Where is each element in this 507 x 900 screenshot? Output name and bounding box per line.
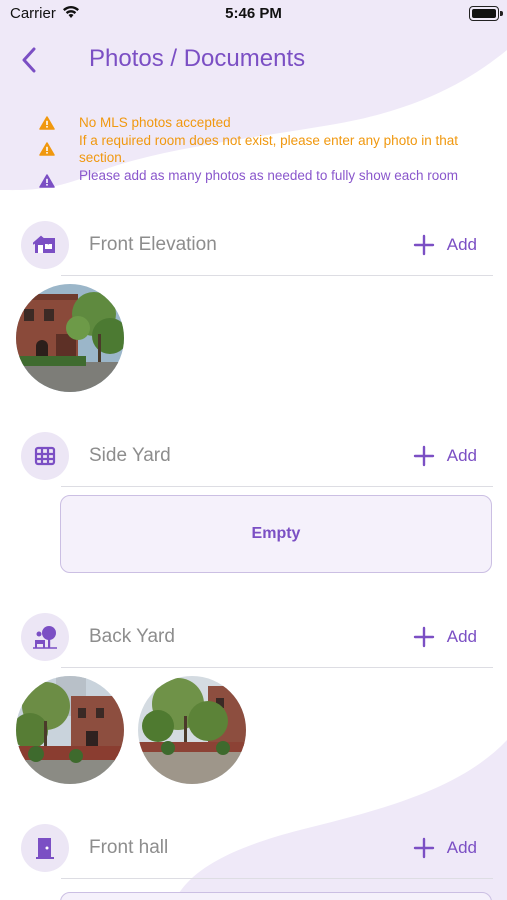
tree-bench-icon bbox=[33, 626, 57, 649]
add-label: Add bbox=[446, 235, 477, 254]
photo-list bbox=[0, 276, 507, 406]
add-label: Add bbox=[446, 838, 477, 857]
door-icon bbox=[36, 838, 54, 859]
add-button[interactable]: Add bbox=[413, 229, 477, 261]
note-add-photos: Please add as many photos as needed to f… bbox=[0, 167, 507, 188]
navigation-bar: Photos / Documents bbox=[0, 40, 507, 80]
add-button[interactable]: Add bbox=[413, 621, 477, 653]
section-header: Side Yard Add bbox=[0, 425, 507, 487]
divider bbox=[61, 486, 493, 487]
empty-state bbox=[60, 892, 492, 900]
battery-icon bbox=[469, 6, 503, 21]
photo-list bbox=[0, 668, 507, 798]
note-text: If a required room does not exist, pleas… bbox=[79, 133, 458, 165]
photo-image bbox=[138, 676, 246, 784]
back-button[interactable] bbox=[14, 44, 44, 76]
empty-state: Empty bbox=[60, 495, 492, 573]
plus-icon bbox=[413, 837, 434, 859]
photo-image bbox=[16, 676, 124, 784]
add-label: Add bbox=[446, 627, 477, 646]
note-required-room: If a required room does not exist, pleas… bbox=[0, 132, 507, 166]
page-title: Photos / Documents bbox=[89, 45, 306, 72]
plus-icon bbox=[413, 626, 434, 648]
note-text: Please add as many photos as needed to f… bbox=[79, 168, 458, 183]
empty-label: Empty bbox=[251, 525, 301, 542]
plus-icon bbox=[413, 445, 434, 467]
warning-icon bbox=[39, 142, 55, 156]
section-title: Front hall bbox=[89, 837, 169, 858]
section-header: Back Yard Add bbox=[0, 606, 507, 668]
status-bar: Carrier 5:46 PM bbox=[0, 0, 507, 30]
section-header: Front hall Add bbox=[0, 817, 507, 879]
chevron-left-icon bbox=[22, 47, 36, 73]
status-time: 5:46 PM bbox=[225, 5, 282, 22]
photo-thumbnail[interactable] bbox=[138, 676, 246, 784]
section-header: Front Elevation Add bbox=[0, 214, 507, 276]
photo-image bbox=[16, 284, 124, 392]
warning-icon bbox=[39, 116, 55, 130]
section-front-hall: Front hall Add bbox=[0, 817, 507, 879]
section-back-yard: Back Yard Add bbox=[0, 606, 507, 798]
add-button[interactable]: Add bbox=[413, 832, 477, 864]
section-icon bbox=[21, 613, 69, 661]
add-label: Add bbox=[446, 446, 477, 465]
plus-icon bbox=[413, 234, 434, 256]
photo-thumbnail[interactable] bbox=[16, 284, 124, 392]
note-no-mls: No MLS photos accepted bbox=[0, 114, 507, 131]
section-front-elevation: Front Elevation Add bbox=[0, 214, 507, 406]
section-side-yard: Side Yard Add Empty bbox=[0, 425, 507, 573]
fence-icon bbox=[34, 446, 56, 466]
section-icon bbox=[21, 824, 69, 872]
note-text: No MLS photos accepted bbox=[79, 115, 231, 130]
section-title: Back Yard bbox=[89, 626, 175, 647]
battery-fill bbox=[472, 9, 496, 18]
divider bbox=[61, 878, 493, 879]
section-icon bbox=[21, 221, 69, 269]
section-icon bbox=[21, 432, 69, 480]
section-title: Front Elevation bbox=[89, 234, 217, 255]
add-button[interactable]: Add bbox=[413, 440, 477, 472]
warning-icon bbox=[39, 174, 55, 188]
section-title: Side Yard bbox=[89, 445, 171, 466]
photo-thumbnail[interactable] bbox=[16, 676, 124, 784]
instructions-list: No MLS photos accepted If a required roo… bbox=[0, 114, 507, 188]
house-icon bbox=[33, 235, 55, 253]
